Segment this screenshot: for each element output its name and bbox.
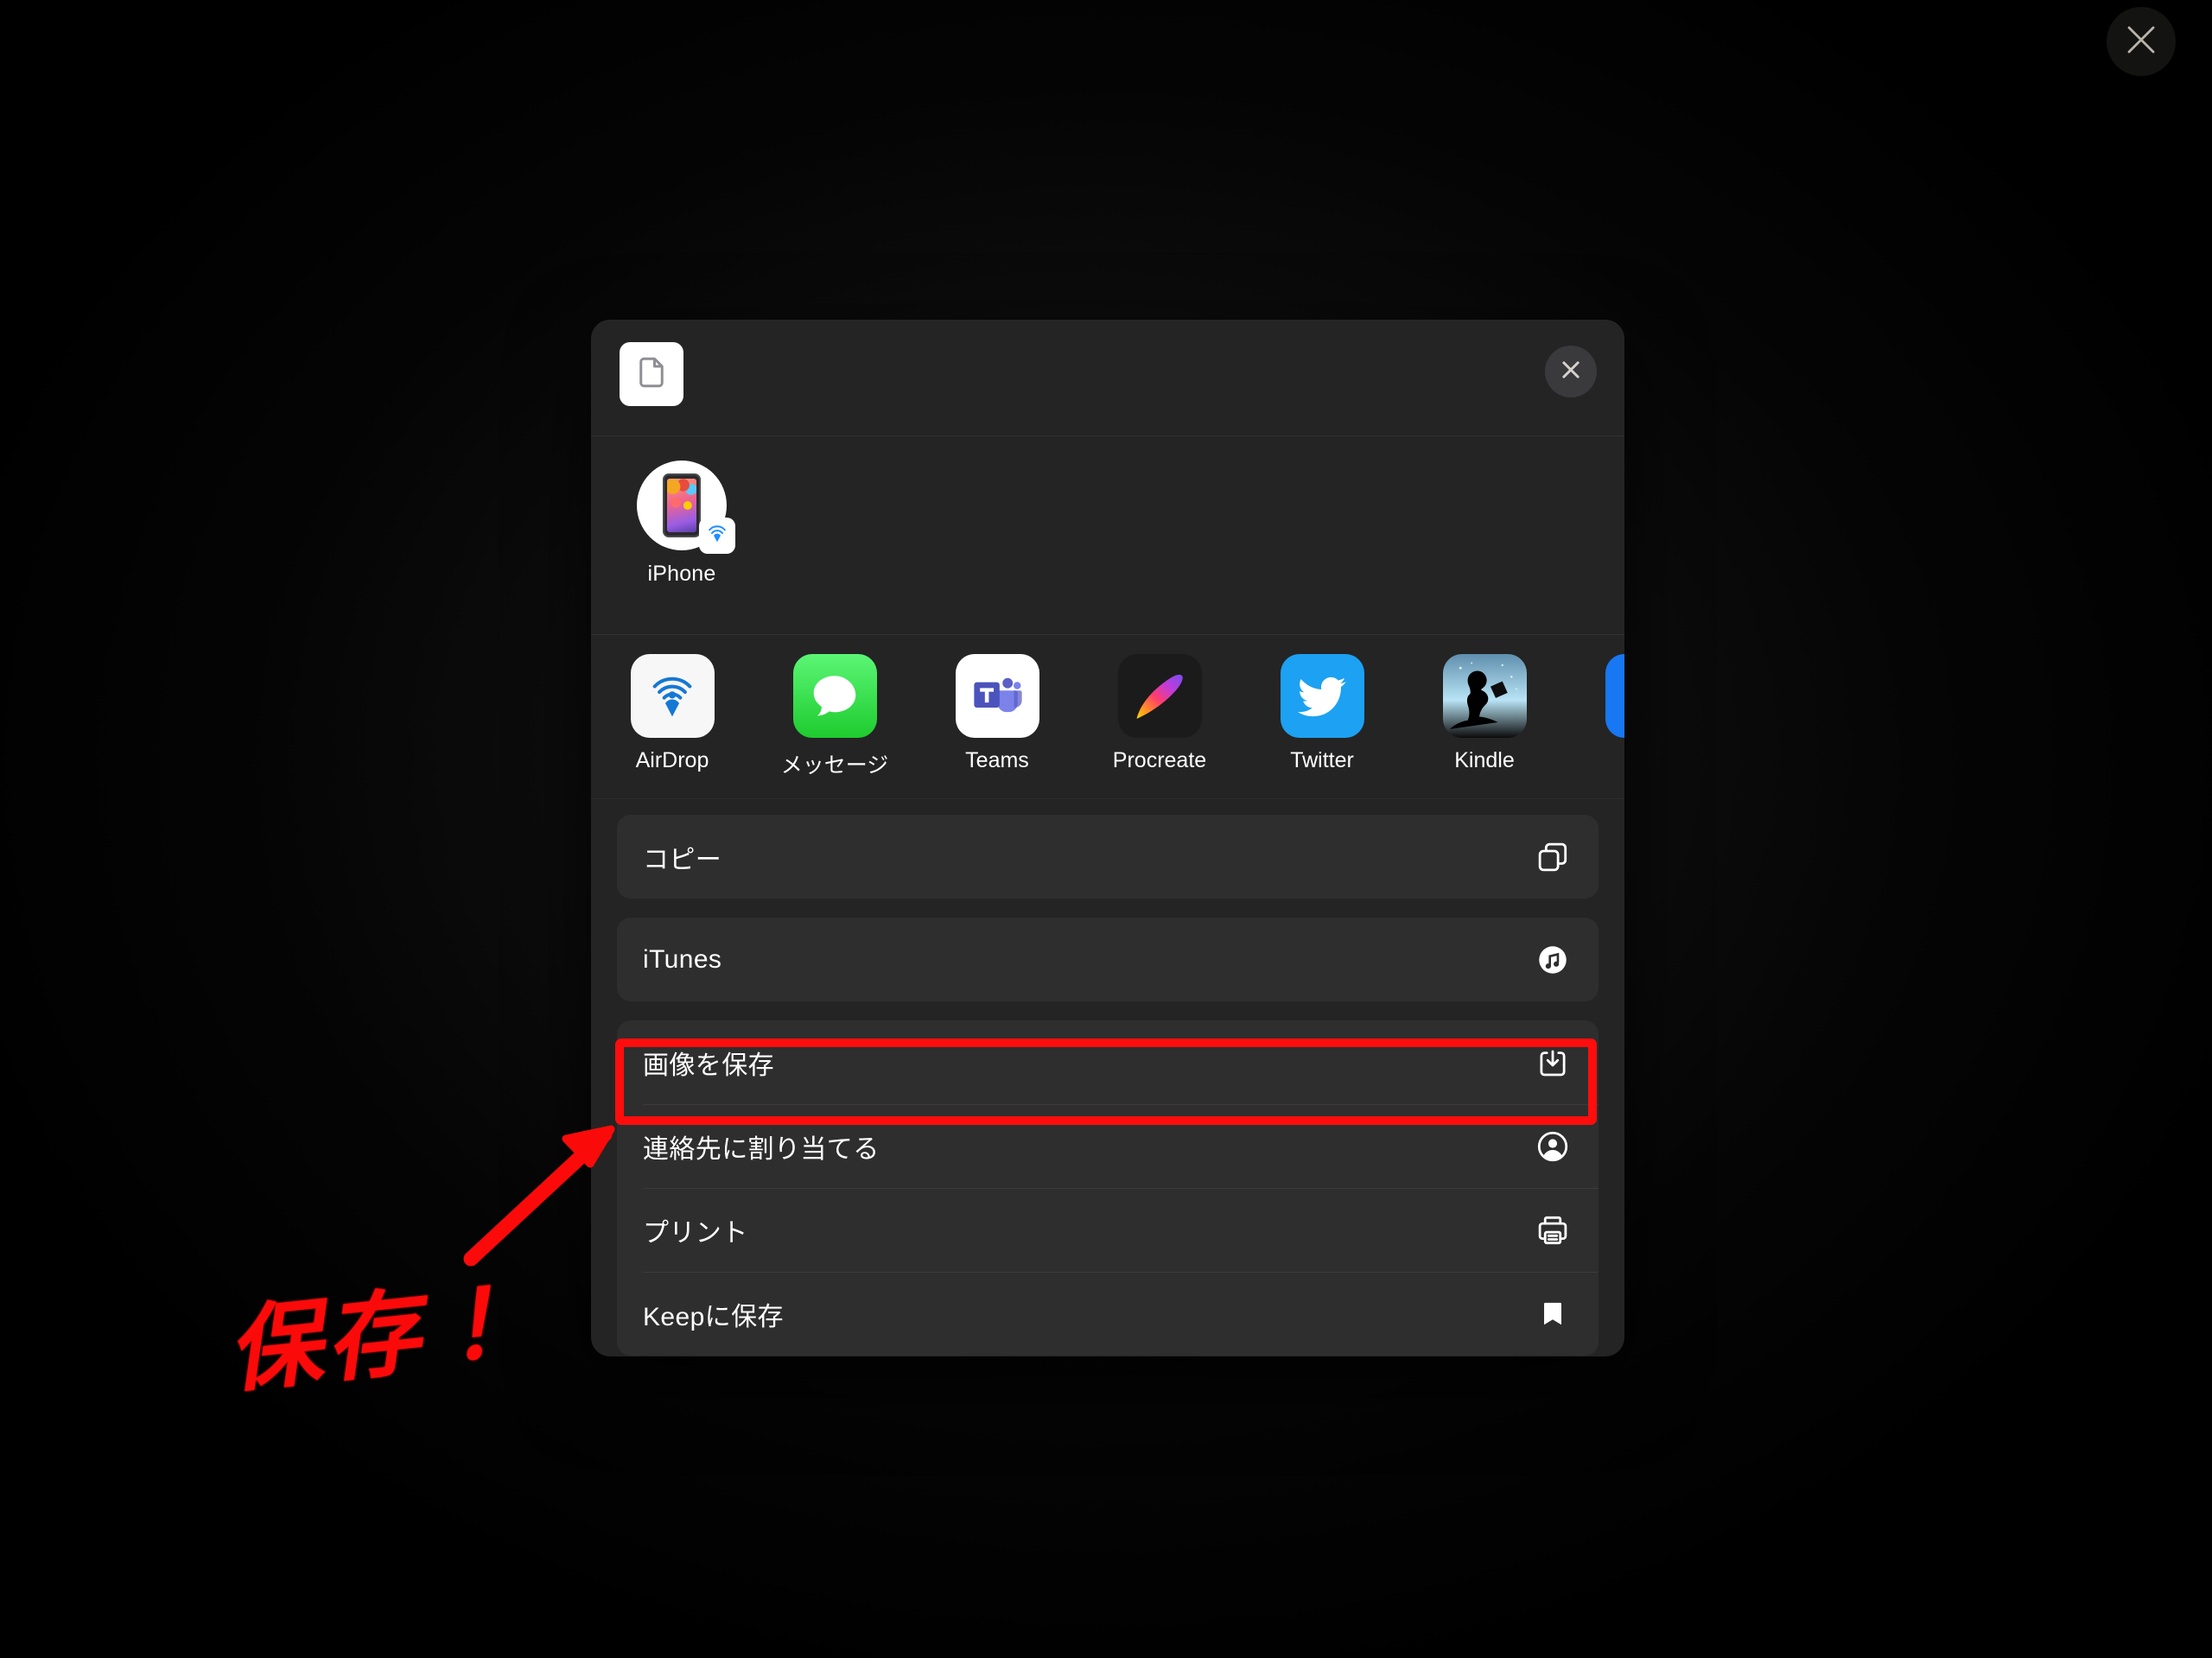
airdrop-icon <box>630 654 715 738</box>
document-icon <box>633 354 670 395</box>
action-label: プリント <box>643 1218 748 1248</box>
close-icon <box>1558 357 1584 387</box>
copy-icon <box>1533 837 1573 877</box>
action-row-print[interactable]: プリント <box>617 1188 1599 1272</box>
share-app-messages[interactable]: メッセージ <box>753 654 916 779</box>
action-label: 画像を保存 <box>643 1051 774 1080</box>
share-app-label: Teams <box>965 748 1029 772</box>
action-row-save-to-keep[interactable]: Keepに保存 <box>617 1272 1599 1356</box>
action-label: iTunes <box>643 944 722 974</box>
document-thumbnail <box>620 342 683 406</box>
close-icon <box>2123 22 2159 62</box>
share-apps-row[interactable]: AirDrop メッセージ Teams Procreate Twitter Ki… <box>591 635 1624 799</box>
action-row-save-image[interactable]: 画像を保存 <box>617 1020 1599 1104</box>
share-app-teams[interactable]: Teams <box>916 654 1078 773</box>
facebook-icon <box>1605 654 1624 738</box>
save-image-icon <box>1533 1043 1573 1083</box>
action-group: 画像を保存 連絡先に割り当てる プリント Keepに保存 <box>617 1020 1599 1356</box>
procreate-icon <box>1117 654 1202 738</box>
action-group: iTunes <box>617 918 1599 1001</box>
iphone-thumbnail <box>663 473 701 537</box>
airdrop-target-iphone[interactable]: iPhone <box>617 461 747 634</box>
airdrop-badge <box>699 518 735 554</box>
kindle-icon <box>1442 654 1527 738</box>
airdrop-section: iPhone <box>591 436 1624 635</box>
share-sheet-close-button[interactable] <box>1545 346 1597 397</box>
airdrop-target-label: iPhone <box>647 562 716 586</box>
page-close-button[interactable] <box>2107 7 2176 76</box>
iphone-screen <box>667 479 696 532</box>
share-app-label: Procreate <box>1112 748 1207 772</box>
printer-icon <box>1533 1210 1573 1250</box>
share-app-label: Kindle <box>1454 748 1515 772</box>
action-label: コピー <box>643 845 722 874</box>
itunes-icon <box>1533 940 1573 980</box>
twitter-icon <box>1280 654 1364 738</box>
share-app-facebook[interactable]: Fac <box>1566 654 1624 773</box>
share-app-twitter[interactable]: Twitter <box>1241 654 1403 773</box>
action-label: 連絡先に割り当てる <box>643 1134 880 1164</box>
share-actions-list: コピー iTunes 画像を保存 連絡先に割り当てる プリント Keepに保存 <box>591 799 1624 1356</box>
share-app-label: メッセージ <box>780 753 889 778</box>
bookmark-icon <box>1533 1294 1573 1334</box>
teams-icon <box>955 654 1039 738</box>
share-app-airdrop[interactable]: AirDrop <box>591 654 753 773</box>
action-label: Keepに保存 <box>643 1302 784 1331</box>
share-app-label: AirDrop <box>635 748 709 772</box>
action-group: コピー <box>617 815 1599 899</box>
share-sheet-header <box>591 320 1624 436</box>
airdrop-icon <box>705 522 729 550</box>
share-app-procreate[interactable]: Procreate <box>1078 654 1241 773</box>
messages-icon <box>792 654 877 738</box>
action-row-assign-to-contact[interactable]: 連絡先に割り当てる <box>617 1104 1599 1188</box>
action-row-copy[interactable]: コピー <box>617 815 1599 899</box>
action-row-itunes[interactable]: iTunes <box>617 918 1599 1001</box>
share-sheet-panel: iPhone AirDrop メッセージ Teams Procreate Twi… <box>591 320 1624 1356</box>
share-app-label: Twitter <box>1290 748 1354 772</box>
avatar <box>637 461 735 554</box>
contact-icon <box>1533 1127 1573 1166</box>
share-app-kindle[interactable]: Kindle <box>1403 654 1566 773</box>
